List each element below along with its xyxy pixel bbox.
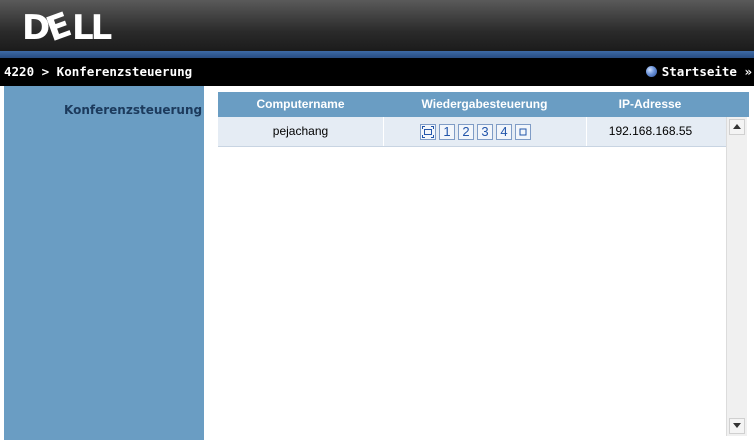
dell-logo: D E LL [22,10,112,44]
sidebar: Konferenzsteuerung [4,86,204,440]
home-link[interactable]: Startseite » [645,64,752,79]
split-screen-2-button[interactable]: 2 [458,124,474,140]
sidebar-item-konferenzsteuerung[interactable]: Konferenzsteuerung [64,103,202,117]
split-screen-4-button[interactable]: 4 [496,124,512,140]
table-header: Computername Wiedergabesteuerung IP-Adre… [218,92,749,117]
table-row: pejachang 1 2 3 4 192.168.168.55 [218,117,726,147]
split-screen-1-button[interactable]: 1 [439,124,455,140]
scroll-down-button[interactable] [729,418,745,434]
svg-text:LL: LL [72,10,112,44]
fullscreen-button[interactable] [420,124,436,140]
column-header-wiedergabesteuerung: Wiedergabesteuerung [421,97,548,111]
column-header-ip-adresse: IP-Adresse [618,97,682,111]
fullscreen-icon [422,126,434,138]
nav-bar: 4220 > Konferenzsteuerung Startseite » [0,58,754,86]
breadcrumb: 4220 > Konferenzsteuerung [4,64,193,79]
scroll-up-button[interactable] [729,119,745,135]
computer-name: pejachang [218,117,384,146]
conference-table: Computername Wiedergabesteuerung IP-Adre… [218,92,749,436]
arrow-down-icon [733,423,741,428]
split-screen-3-button[interactable]: 3 [477,124,493,140]
table-body: pejachang 1 2 3 4 192.168.168.55 [218,117,726,436]
stop-icon [519,128,527,136]
stop-button[interactable] [515,124,531,140]
vertical-scrollbar[interactable] [726,117,747,436]
home-link-label[interactable]: Startseite » [662,64,752,79]
ip-address: 192.168.168.55 [608,124,693,138]
playback-controls: 1 2 3 4 [384,117,587,146]
column-header-computername: Computername [256,97,345,111]
header: D E LL [0,0,754,58]
home-bullet-icon [645,66,657,77]
header-accent-bar [0,51,754,58]
arrow-up-icon [733,124,741,129]
